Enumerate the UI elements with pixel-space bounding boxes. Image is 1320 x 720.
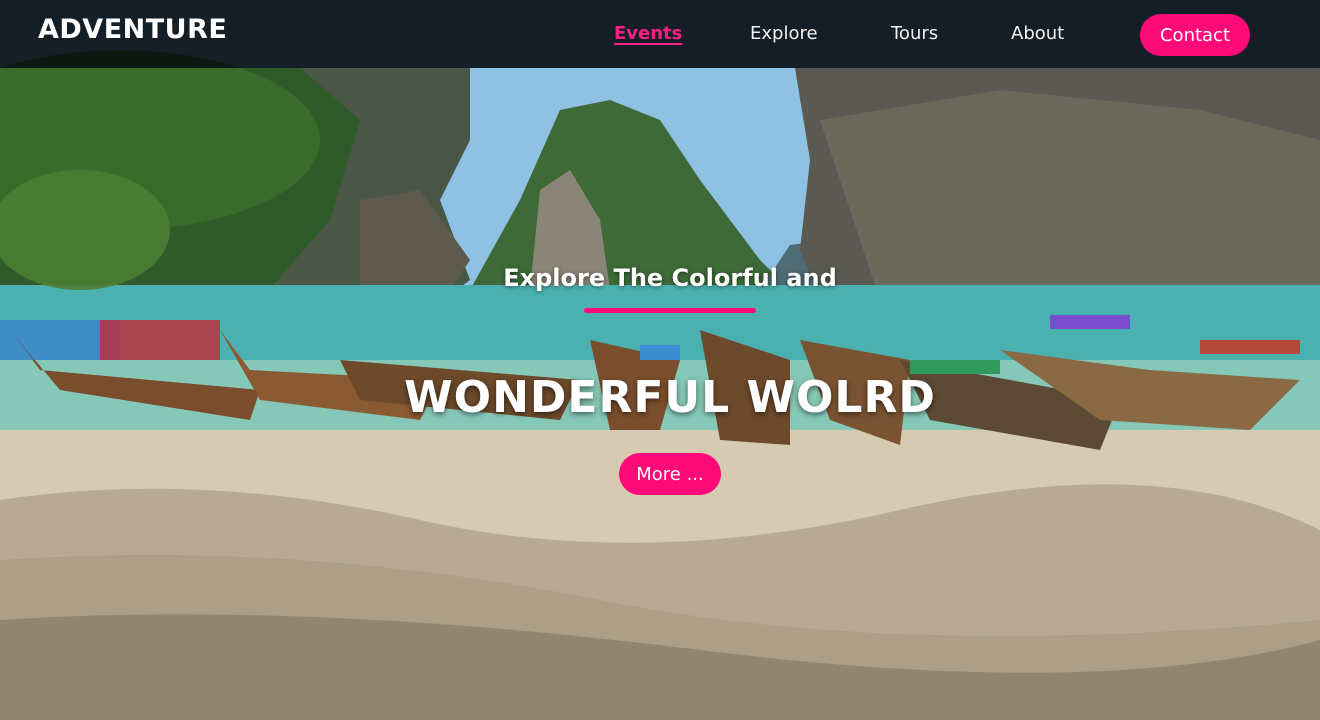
top-navbar: ADVENTURE Events Explore Tours About Con…: [0, 0, 1320, 68]
hero-title: WONDERFUL WOLRD: [404, 372, 936, 423]
hero-section: [0, 0, 1320, 720]
more-button[interactable]: More ...: [619, 453, 721, 495]
nav-link-events[interactable]: Events: [614, 23, 682, 44]
more-button-label: More ...: [636, 463, 704, 485]
brand-logo[interactable]: ADVENTURE: [38, 14, 227, 45]
contact-button-label: Contact: [1159, 24, 1231, 46]
hero-background-image: [0, 50, 1320, 720]
nav-link-about[interactable]: About: [1011, 23, 1064, 44]
nav-link-explore[interactable]: Explore: [750, 23, 818, 44]
nav-link-tours[interactable]: Tours: [891, 23, 938, 44]
hero-subtitle: Explore The Colorful and: [503, 264, 837, 292]
contact-button[interactable]: Contact: [1140, 14, 1250, 56]
hero-accent-divider: [584, 308, 756, 313]
